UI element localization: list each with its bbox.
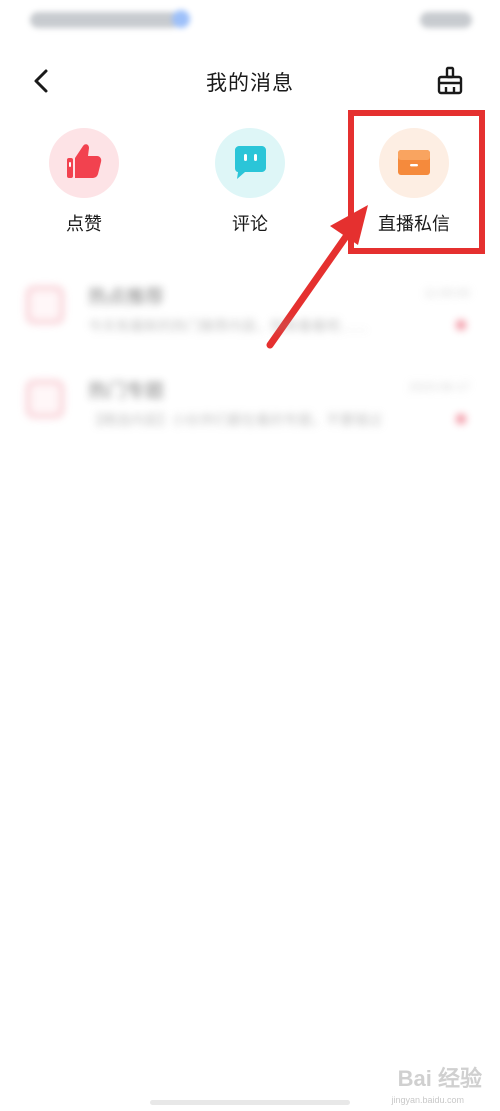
message-title: 热门专题: [88, 381, 165, 402]
watermark-url: jingyan.baidu.com: [391, 1095, 464, 1105]
message-time: 2023-06-17: [408, 380, 470, 394]
category-comments[interactable]: 评论: [180, 128, 320, 236]
thumbs-up-icon: [67, 144, 102, 178]
highlight-box: [348, 110, 485, 254]
unread-badge: [456, 320, 466, 330]
unread-badge: [456, 414, 466, 424]
chat-bubble-icon: [235, 146, 266, 179]
category-likes[interactable]: 点赞: [14, 128, 154, 236]
page-title: 我的消息: [206, 72, 294, 95]
list-item[interactable]: 热点推荐 11:00:00 今天有最新的热门推荐内容，快来看看吧……: [0, 262, 500, 356]
watermark: Bai 经验: [397, 1066, 482, 1091]
status-bar-carrier: [30, 12, 180, 28]
status-bar-battery: [420, 12, 472, 28]
home-indicator: [150, 1100, 350, 1105]
category-likes-label: 点赞: [66, 214, 102, 234]
hot-topic-icon: [26, 286, 64, 324]
calendar-icon: [26, 380, 64, 418]
clear-messages-button[interactable]: [434, 65, 466, 97]
message-preview: 今天有最新的热门推荐内容，快来看看吧……: [88, 318, 368, 334]
broom-icon: [437, 66, 463, 95]
message-time: 11:00:00: [424, 286, 470, 300]
nav-bar: 我的消息: [0, 55, 500, 107]
message-preview: 【精选内容】小伙伴们都在看的专题，不要错过: [88, 412, 382, 428]
category-comments-label: 评论: [232, 214, 268, 234]
status-bar: [0, 0, 500, 40]
status-bar-notification-dot: [172, 10, 190, 28]
message-title: 热点推荐: [88, 287, 165, 308]
message-list: 热点推荐 11:00:00 今天有最新的热门推荐内容，快来看看吧…… 热门专题 …: [0, 262, 500, 450]
list-item[interactable]: 热门专题 2023-06-17 【精选内容】小伙伴们都在看的专题，不要错过: [0, 356, 500, 450]
